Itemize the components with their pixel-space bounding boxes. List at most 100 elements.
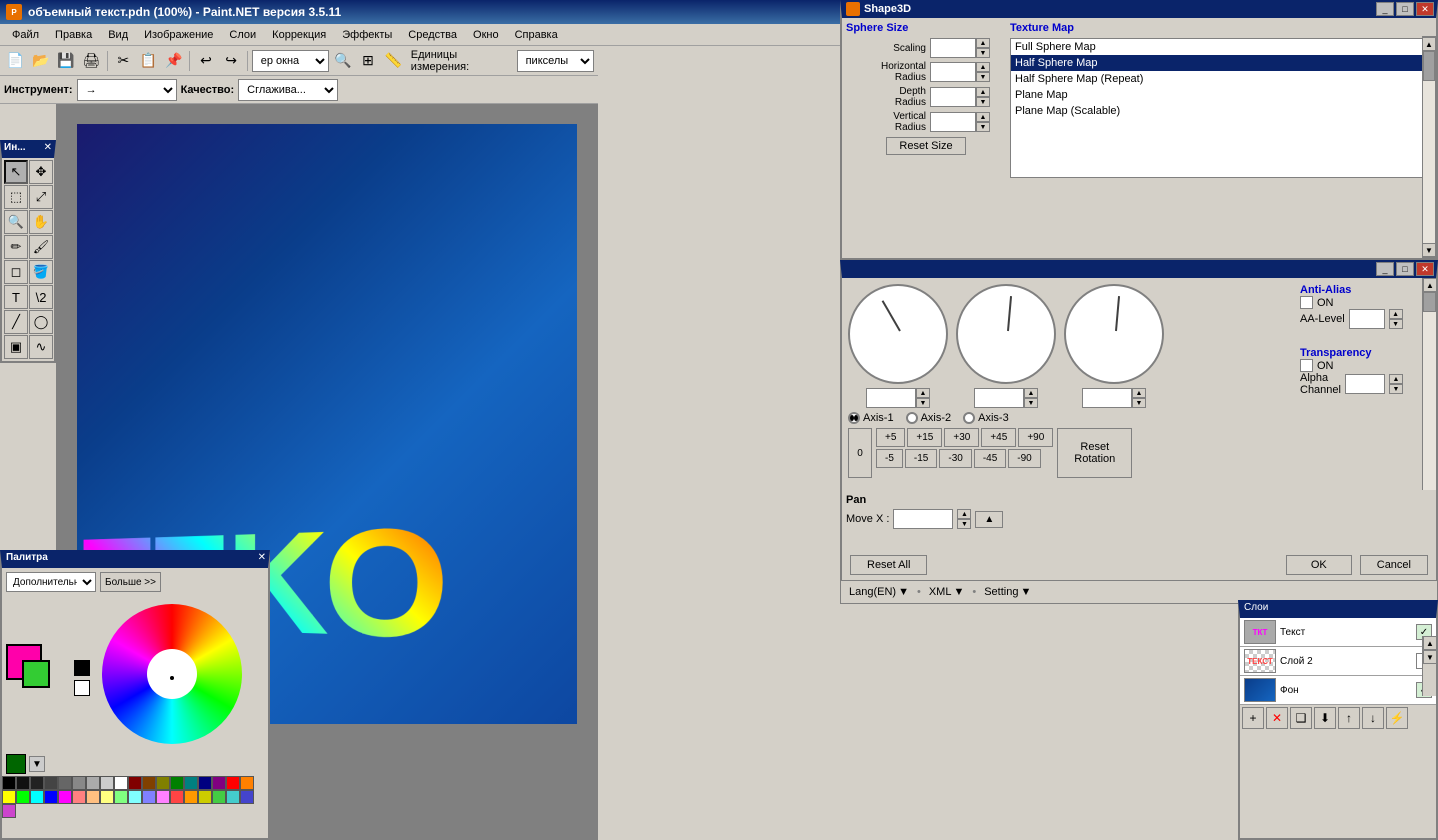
move-y-btn[interactable]: ▲ [975,511,1003,528]
color-swatch[interactable] [184,790,198,804]
step-minus45[interactable]: -45 [974,449,1006,468]
alpha-down[interactable]: ▼ [1389,384,1403,394]
dial-3-up[interactable]: ▲ [1132,388,1146,398]
color-swatch[interactable] [198,790,212,804]
alpha-up[interactable]: ▲ [1389,374,1403,384]
menu-file[interactable]: Файл [4,27,47,43]
color-swatch[interactable] [240,776,254,790]
color-swatch[interactable] [2,790,16,804]
menu-edit[interactable]: Правка [47,27,100,43]
menu-help[interactable]: Справка [507,27,566,43]
open-button[interactable]: 📂 [29,49,52,73]
dial-1[interactable] [848,284,948,384]
menu-tools[interactable]: Средства [400,27,465,43]
merge-layer-button[interactable]: ⬇ [1314,707,1336,729]
rotation-panel-minimize[interactable]: _ [1376,262,1394,276]
layer-text[interactable]: ТКТ Текст ✓ [1240,618,1436,647]
tool-eraser[interactable]: ◻ [4,260,28,284]
layers-scrollbar[interactable]: ▲ ▼ [1422,636,1436,696]
layer-bg[interactable]: Фон ✓ [1240,676,1436,705]
print-button[interactable]: 🖨 [80,49,103,73]
palette-type-dropdown[interactable]: Дополнительны [6,572,96,592]
tool-curve[interactable]: ∿ [29,335,53,359]
horizontal-input[interactable]: 1,000 [930,62,976,82]
color-wheel[interactable] [102,604,242,744]
dial-1-up[interactable]: ▲ [916,388,930,398]
tool-move[interactable]: ✥ [29,160,53,184]
tool-line[interactable]: ╱ [4,310,28,334]
step-minus90[interactable]: -90 [1008,449,1040,468]
texture-item-plane-scalable[interactable]: Plane Map (Scalable) [1011,103,1431,119]
tool-text[interactable]: T [4,285,28,309]
aa-level-up[interactable]: ▲ [1389,309,1403,319]
dial-2-input[interactable]: 0.0 [974,388,1024,408]
small-swatch-1[interactable] [74,660,90,676]
color-swatch[interactable] [44,790,58,804]
tool-select-free[interactable]: ⤢ [29,185,53,209]
tool-arrow[interactable]: ↖ [4,160,28,184]
menu-effects[interactable]: Эффекты [334,27,400,43]
axis1-radio[interactable] [848,412,860,424]
shape3d-minimize[interactable]: _ [1376,2,1394,16]
color-swatch[interactable] [114,790,128,804]
color-swatch[interactable] [226,776,240,790]
color-swatch[interactable] [2,776,16,790]
color-swatch[interactable] [30,776,44,790]
tool-select-rect[interactable]: ⬚ [4,185,28,209]
reset-rotation-button[interactable]: ResetRotation [1057,428,1132,478]
delete-layer-button[interactable]: ✕ [1266,707,1288,729]
move-layer-up[interactable]: ↑ [1338,707,1360,729]
step-plus15[interactable]: +15 [907,428,942,447]
move-x-input[interactable]: 0,000 [893,509,953,529]
rot-scroll-up[interactable]: ▲ [1423,278,1437,292]
duplicate-layer-button[interactable]: ❑ [1290,707,1312,729]
horizontal-down[interactable]: ▼ [976,72,990,82]
new-button[interactable]: 📄 [4,49,27,73]
color-swatch[interactable] [212,790,226,804]
rotation-panel-maximize[interactable]: □ [1396,262,1414,276]
background-color-swatch[interactable] [22,660,50,688]
menu-layers[interactable]: Слои [221,27,264,43]
texture-item-half-sphere-repeat[interactable]: Half Sphere Map (Repeat) [1011,71,1431,87]
color-swatch[interactable] [184,776,198,790]
tool-hand[interactable]: ✋ [29,210,53,234]
more-button[interactable]: Больше >> [100,572,161,592]
zoom-dropdown[interactable]: ер окна [252,50,329,72]
step-plus5[interactable]: +5 [876,428,905,447]
tool-fill[interactable]: 🪣 [29,260,53,284]
color-swatch[interactable] [114,776,128,790]
tool-zoom[interactable]: 🔍 [4,210,28,234]
color-swatch[interactable] [128,790,142,804]
axis2-radio-label[interactable]: Axis-2 [906,412,952,424]
color-swatch[interactable] [100,790,114,804]
dial-2[interactable] [956,284,1056,384]
dial-3[interactable] [1064,284,1164,384]
axis3-radio-label[interactable]: Axis-3 [963,412,1009,424]
depth-down[interactable]: ▼ [976,97,990,107]
dial-3-input[interactable]: 0.0 [1082,388,1132,408]
dial-1-input[interactable]: 25.0 [866,388,916,408]
aa-level-down[interactable]: ▼ [1389,319,1403,329]
color-swatch[interactable] [72,776,86,790]
cancel-button[interactable]: Cancel [1360,555,1428,575]
tool-pencil[interactable]: ✏ [4,235,28,259]
color-swatch[interactable] [30,790,44,804]
color-swatch[interactable] [72,790,86,804]
xml-selector[interactable]: XML ▼ [929,586,965,598]
menu-window[interactable]: Окно [465,27,507,43]
paste-button[interactable]: 📌 [162,49,185,73]
step-minus30[interactable]: -30 [939,449,971,468]
shape3d-maximize[interactable]: □ [1396,2,1414,16]
vertical-input[interactable]: 1,000 [930,112,976,132]
palette-close-button[interactable]: ✕ [258,552,266,563]
tool-selector[interactable]: → [77,79,177,101]
zero-button[interactable]: 0 [848,428,872,478]
tool-brush[interactable]: 🖌 [29,235,53,259]
color-extra-1[interactable] [6,754,26,774]
step-plus90[interactable]: +90 [1018,428,1053,447]
reset-all-button[interactable]: Reset All [850,555,927,575]
axis2-radio[interactable] [906,412,918,424]
menu-adjustments[interactable]: Коррекция [264,27,334,43]
color-swatch[interactable] [198,776,212,790]
color-swatch[interactable] [86,790,100,804]
